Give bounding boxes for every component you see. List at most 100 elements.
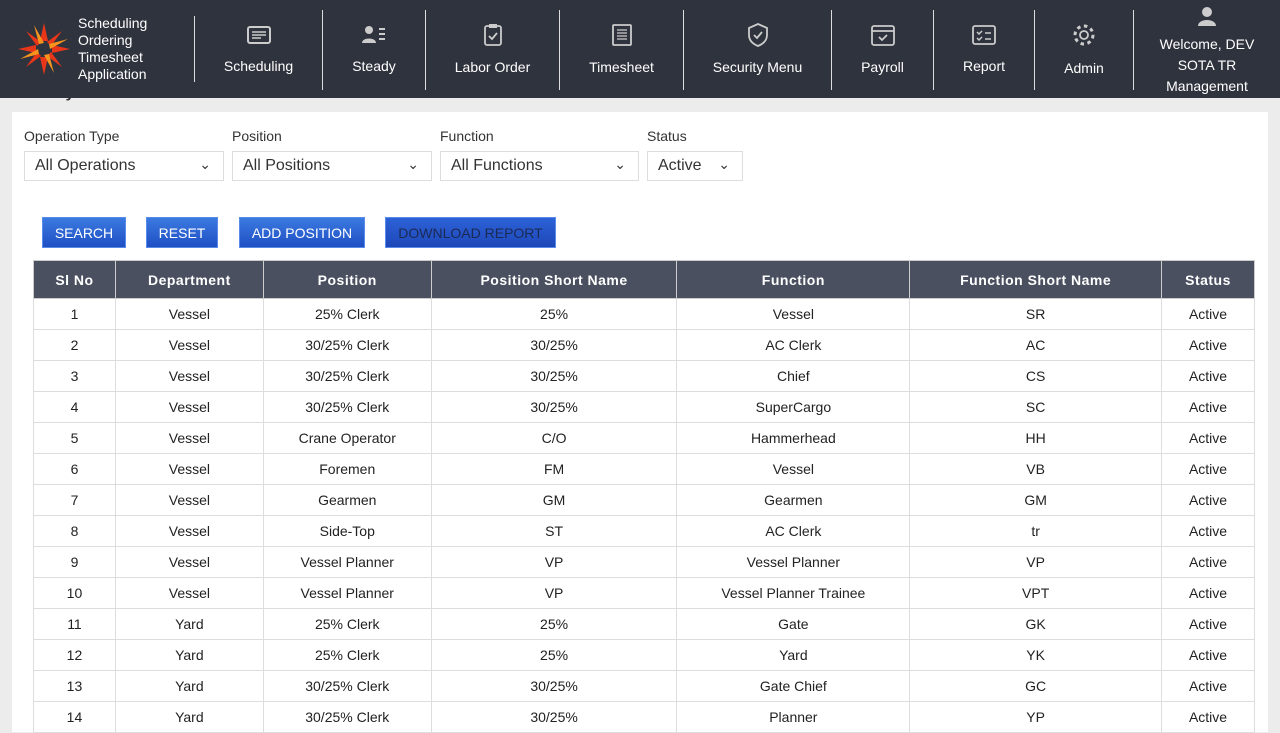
nav-report[interactable]: Report bbox=[934, 0, 1034, 98]
user-menu[interactable]: Welcome, DEV SOTA TR Management bbox=[1134, 0, 1280, 98]
table-cell: CS bbox=[909, 360, 1163, 392]
table-cell: 30/25% Clerk bbox=[262, 391, 432, 423]
table-cell: Side-Top bbox=[262, 515, 432, 547]
table-cell: VP bbox=[909, 546, 1163, 578]
table-cell: Gate bbox=[676, 608, 911, 640]
table-row[interactable]: 9 Vessel Vessel Planner VP Vessel Planner VP A… bbox=[33, 546, 1255, 578]
column-header[interactable]: Status bbox=[1161, 260, 1255, 299]
table-cell: Yard bbox=[114, 701, 264, 733]
table-cell: 1 bbox=[33, 298, 116, 330]
table-cell: SR bbox=[909, 298, 1163, 330]
table-cell: FM bbox=[430, 453, 678, 485]
table-cell: 30/25% bbox=[430, 701, 678, 733]
column-header[interactable]: Function bbox=[676, 260, 911, 299]
table-cell: Planner bbox=[676, 701, 911, 733]
column-header[interactable]: Sl No bbox=[33, 260, 116, 299]
position-select[interactable]: All Positions ⌄ bbox=[232, 151, 432, 181]
table-cell: Gate Chief bbox=[676, 670, 911, 702]
table-cell: Hammerhead bbox=[676, 422, 911, 454]
app-name-line: Ordering bbox=[78, 32, 133, 48]
table-row[interactable]: 3 Vessel 30/25% Clerk 30/25% Chief CS Active bbox=[33, 360, 1255, 392]
table-cell: Vessel bbox=[676, 453, 911, 485]
table-cell: AC Clerk bbox=[676, 515, 911, 547]
table-cell: Active bbox=[1161, 453, 1255, 485]
table-cell: Vessel bbox=[114, 515, 264, 547]
logo-star-icon bbox=[18, 23, 70, 75]
reset-button[interactable]: RESET bbox=[146, 217, 218, 248]
table-row[interactable]: 11 Yard 25% Clerk 25% Gate GK Active bbox=[33, 608, 1255, 640]
table-row[interactable]: 4 Vessel 30/25% Clerk 30/25% SuperCargo SC Act… bbox=[33, 391, 1255, 423]
table-cell: YP bbox=[909, 701, 1163, 733]
status-select[interactable]: Active ⌄ bbox=[647, 151, 743, 181]
nav-security-menu[interactable]: Security Menu bbox=[684, 0, 831, 98]
table-row[interactable]: 12 Yard 25% Clerk 25% Yard YK Active bbox=[33, 639, 1255, 671]
nav-label: Steady bbox=[352, 58, 396, 74]
column-header[interactable]: Function Short Name bbox=[909, 260, 1163, 299]
table-row[interactable]: 5 Vessel Crane Operator C/O Hammerhead HH Acti… bbox=[33, 422, 1255, 454]
nav-admin[interactable]: Admin bbox=[1035, 0, 1133, 98]
table-row[interactable]: 8 Vessel Side-Top ST AC Clerk tr Active bbox=[33, 515, 1255, 547]
operation-type-label: Operation Type bbox=[24, 128, 120, 144]
table-row[interactable]: 6 Vessel Foremen FM Vessel VB Active bbox=[33, 453, 1255, 485]
table-row[interactable]: 1 Vessel 25% Clerk 25% Vessel SR Active bbox=[33, 298, 1255, 330]
nav-label: Timesheet bbox=[589, 59, 654, 75]
table-cell: 5 bbox=[33, 422, 116, 454]
welcome-line: SOTA TR bbox=[1177, 57, 1237, 73]
table-cell: Vessel bbox=[114, 577, 264, 609]
timesheet-icon bbox=[611, 24, 632, 46]
table-cell: Vessel bbox=[114, 546, 264, 578]
table-cell: GC bbox=[909, 670, 1163, 702]
column-header[interactable]: Position Short Name bbox=[430, 260, 678, 299]
nav-label: Labor Order bbox=[454, 59, 531, 75]
nav-timesheet[interactable]: Timesheet bbox=[560, 0, 683, 98]
select-value: All Positions bbox=[243, 157, 331, 174]
table-cell: Yard bbox=[114, 639, 264, 671]
table-row[interactable]: 13 Yard 30/25% Clerk 30/25% Gate Chief GC Acti… bbox=[33, 670, 1255, 702]
table-row[interactable]: 2 Vessel 30/25% Clerk 30/25% AC Clerk AC Activ… bbox=[33, 329, 1255, 361]
table-cell: 25% Clerk bbox=[262, 639, 432, 671]
table-cell: AC bbox=[909, 329, 1163, 361]
table-cell: VPT bbox=[909, 577, 1163, 609]
operation-type-select[interactable]: All Operations ⌄ bbox=[24, 151, 224, 181]
table-cell: 30/25% bbox=[430, 670, 678, 702]
app-name-line: Timesheet bbox=[78, 49, 143, 65]
table-cell: Active bbox=[1161, 608, 1255, 640]
table-cell: Vessel bbox=[676, 298, 911, 330]
report-icon bbox=[972, 25, 996, 45]
download-report-button[interactable]: DOWNLOAD REPORT bbox=[385, 217, 556, 248]
table-cell: 30/25% Clerk bbox=[262, 670, 432, 702]
table-cell: HH bbox=[909, 422, 1163, 454]
nav-payroll[interactable]: Payroll bbox=[832, 0, 933, 98]
column-header[interactable]: Position bbox=[262, 260, 432, 299]
nav-steady[interactable]: Steady bbox=[323, 0, 425, 98]
user-list-icon bbox=[362, 26, 385, 43]
table-cell: Yard bbox=[114, 608, 264, 640]
column-header[interactable]: Department bbox=[114, 260, 264, 299]
table-cell: Yard bbox=[114, 670, 264, 702]
table-cell: 8 bbox=[33, 515, 116, 547]
table-cell: GM bbox=[909, 484, 1163, 516]
table-cell: 13 bbox=[33, 670, 116, 702]
add-position-button[interactable]: ADD POSITION bbox=[239, 217, 365, 248]
nav-scheduling[interactable]: Scheduling bbox=[195, 0, 322, 98]
function-select[interactable]: All Functions ⌄ bbox=[440, 151, 639, 181]
table-row[interactable]: 7 Vessel Gearmen GM Gearmen GM Active bbox=[33, 484, 1255, 516]
table-cell: 10 bbox=[33, 577, 116, 609]
welcome-line: Management bbox=[1166, 78, 1248, 94]
select-value: All Operations bbox=[35, 157, 136, 174]
table-cell: Vessel bbox=[114, 422, 264, 454]
table-cell: ST bbox=[430, 515, 678, 547]
nav-label: Security Menu bbox=[712, 59, 803, 75]
brand[interactable]: Scheduling Ordering Timesheet Applicatio… bbox=[0, 0, 195, 98]
table-cell: C/O bbox=[430, 422, 678, 454]
search-button[interactable]: SEARCH bbox=[42, 217, 126, 248]
welcome-line: Welcome, DEV bbox=[1159, 36, 1255, 52]
table-row[interactable]: 14 Yard 30/25% Clerk 30/25% Planner YP Active bbox=[33, 701, 1255, 733]
nav-labor-order[interactable]: Labor Order bbox=[426, 0, 559, 98]
table-cell: Vessel bbox=[114, 484, 264, 516]
table-cell: 30/25% Clerk bbox=[262, 360, 432, 392]
table-row[interactable]: 10 Vessel Vessel Planner VP Vessel Planner T… bbox=[33, 577, 1255, 609]
table-cell: GM bbox=[430, 484, 678, 516]
app-name: Scheduling Ordering Timesheet Applicatio… bbox=[78, 15, 147, 83]
table-cell: 4 bbox=[33, 391, 116, 423]
